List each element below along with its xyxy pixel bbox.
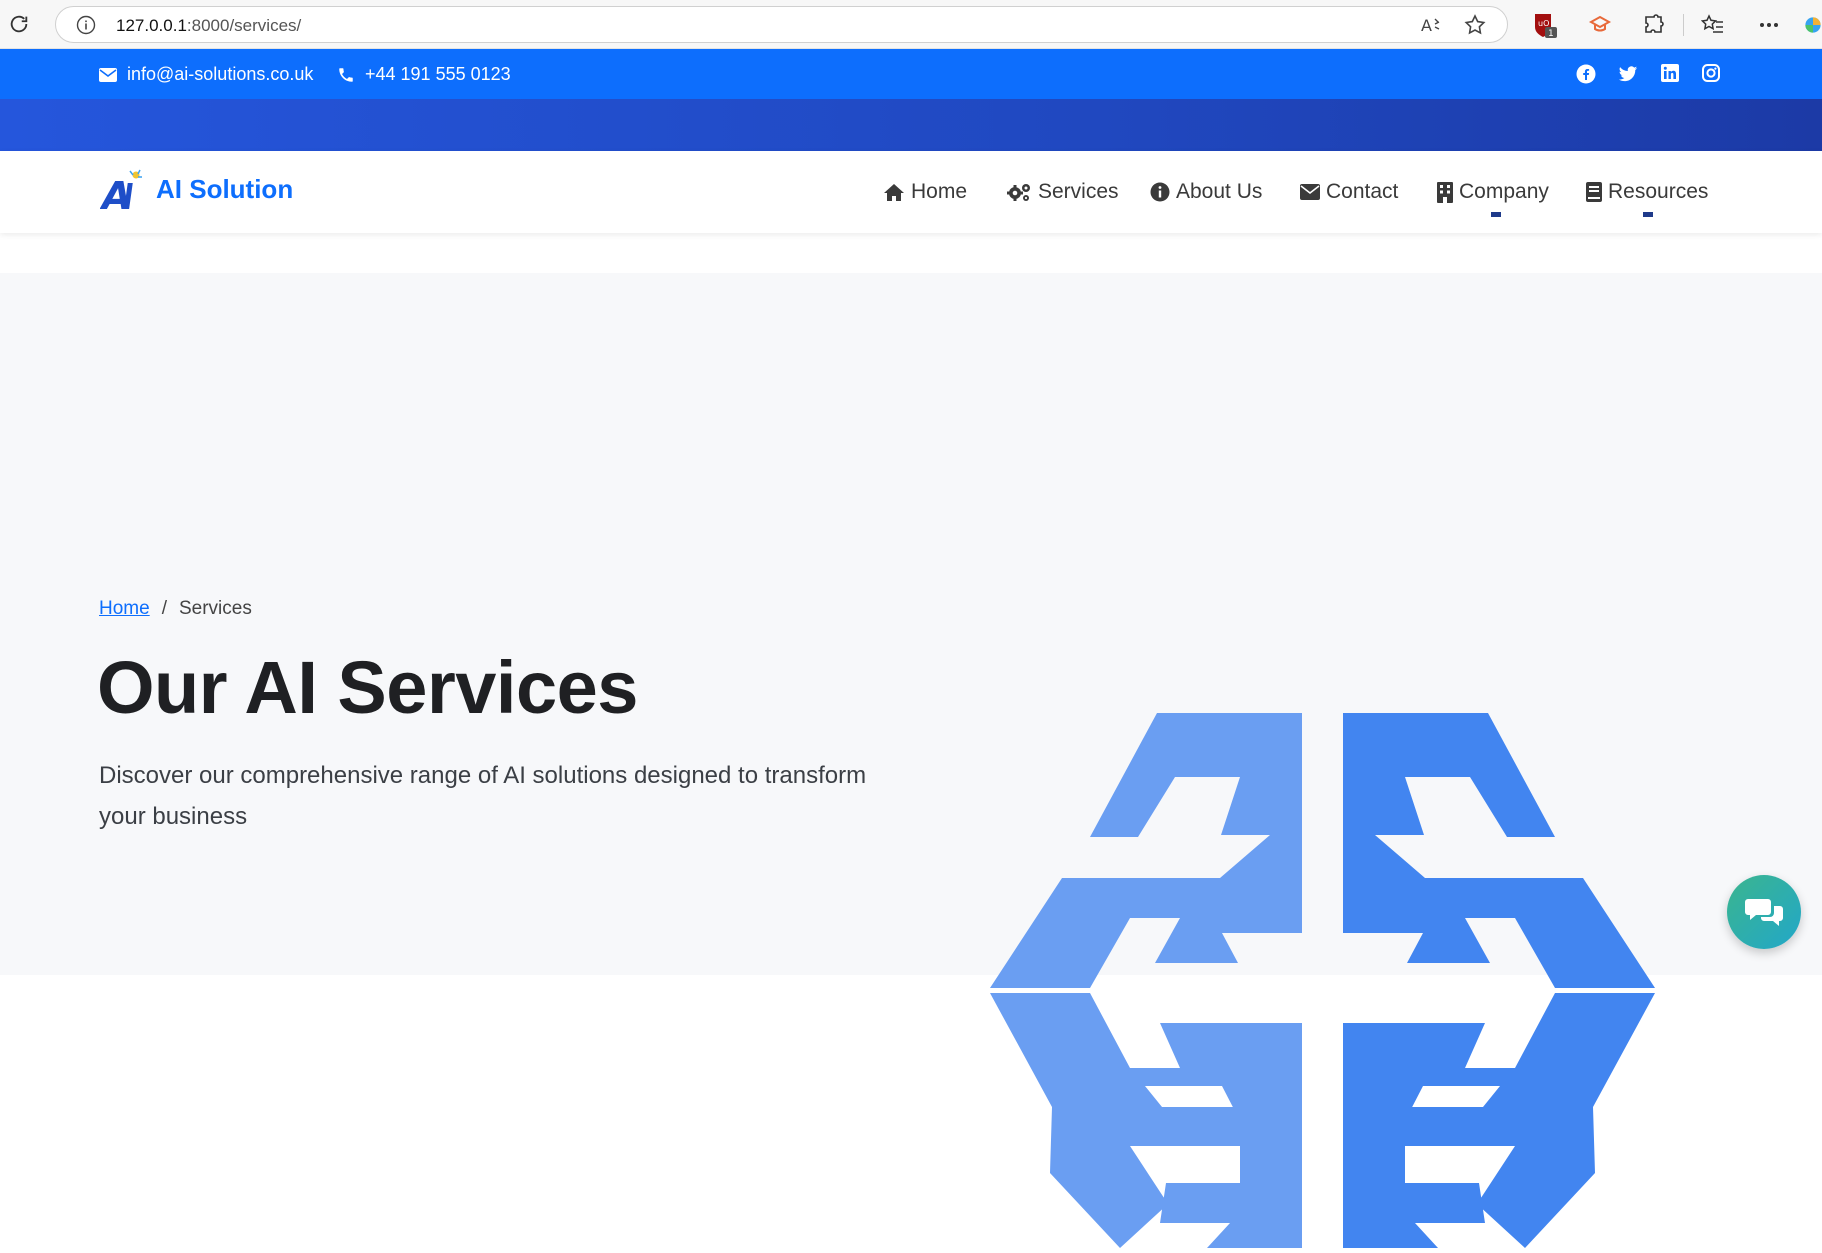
url-text[interactable]: 127.0.0.1:8000/services/ (116, 16, 301, 36)
nav-resources-label: Resources (1608, 180, 1709, 203)
ai-brain-illustration (990, 713, 1655, 1248)
extensions-puzzle-icon[interactable] (1639, 10, 1669, 40)
nav-company-label: Company (1459, 180, 1549, 203)
more-options-icon[interactable] (1754, 10, 1784, 40)
phone-text: +44 191 555 0123 (365, 64, 511, 84)
nav-about[interactable]: About Us (1150, 180, 1262, 204)
ublock-extension-icon[interactable]: uO 1 (1530, 10, 1560, 40)
services-hero-section: Home / Services Our AI Services Discover… (0, 273, 1822, 1248)
instagram-icon[interactable] (1702, 64, 1722, 84)
favorite-star-icon[interactable] (1463, 13, 1487, 37)
svg-text:uO: uO (1538, 19, 1549, 28)
nav-services[interactable]: Services (1006, 180, 1119, 204)
phone-icon (339, 67, 353, 82)
chat-bubbles-icon (1745, 899, 1783, 926)
svg-text:1: 1 (1548, 29, 1554, 39)
home-icon (884, 183, 904, 201)
read-aloud-icon[interactable]: A (1421, 15, 1443, 40)
page-title: Our AI Services (97, 646, 638, 729)
nav-contact-label: Contact (1326, 180, 1399, 203)
nav-about-label: About Us (1176, 180, 1263, 203)
email-link[interactable]: info@ai-solutions.co.uk (99, 64, 313, 85)
envelope-icon (99, 67, 117, 82)
main-navbar: A AI Solution Home Services About Us Con… (0, 151, 1822, 233)
breadcrumb-current: Services (178, 598, 252, 619)
nav-home-label: Home (911, 180, 968, 203)
resources-dropdown-caret-icon (1643, 212, 1653, 217)
favorites-list-icon[interactable] (1698, 10, 1728, 40)
site-info-icon[interactable] (76, 15, 96, 35)
brand-logo-icon[interactable]: A (99, 167, 146, 218)
breadcrumb-home-link[interactable]: Home (99, 598, 150, 620)
breadcrumb-separator: / (161, 598, 167, 619)
svg-text:A: A (1421, 16, 1432, 35)
reload-icon[interactable] (6, 10, 32, 38)
nav-resources-dropdown[interactable]: Resources (1586, 180, 1708, 204)
chat-widget-button[interactable] (1727, 875, 1801, 949)
copilot-icon[interactable] (1804, 10, 1822, 40)
breadcrumb: Home / Services (99, 598, 252, 620)
twitter-icon[interactable] (1618, 64, 1638, 84)
browser-toolbar: 127.0.0.1:8000/services/ A uO 1 (0, 0, 1822, 49)
email-text: info@ai-solutions.co.uk (127, 64, 314, 84)
facebook-icon[interactable] (1576, 64, 1596, 84)
address-bar[interactable]: 127.0.0.1:8000/services/ A (55, 6, 1508, 43)
envelope-icon (1300, 184, 1320, 200)
nav-home[interactable]: Home (883, 180, 967, 204)
phone-link[interactable]: +44 191 555 0123 (337, 64, 511, 85)
header-gradient-band (0, 99, 1822, 151)
brand-name[interactable]: AI Solution (156, 174, 293, 205)
book-icon (1586, 182, 1602, 202)
cogs-icon (1007, 184, 1030, 201)
top-contact-bar: info@ai-solutions.co.uk +44 191 555 0123 (0, 49, 1822, 99)
info-circle-icon (1150, 182, 1170, 202)
nav-contact[interactable]: Contact (1300, 180, 1398, 204)
linkedin-icon[interactable] (1661, 64, 1681, 84)
company-dropdown-caret-icon (1491, 212, 1501, 217)
toolbar-divider (1683, 14, 1684, 36)
nav-services-label: Services (1038, 180, 1119, 203)
hero-description: Discover our comprehensive range of AI s… (99, 762, 867, 830)
nav-company-dropdown[interactable]: Company (1437, 180, 1549, 204)
scholar-extension-icon[interactable] (1585, 10, 1615, 40)
building-icon (1437, 181, 1453, 203)
